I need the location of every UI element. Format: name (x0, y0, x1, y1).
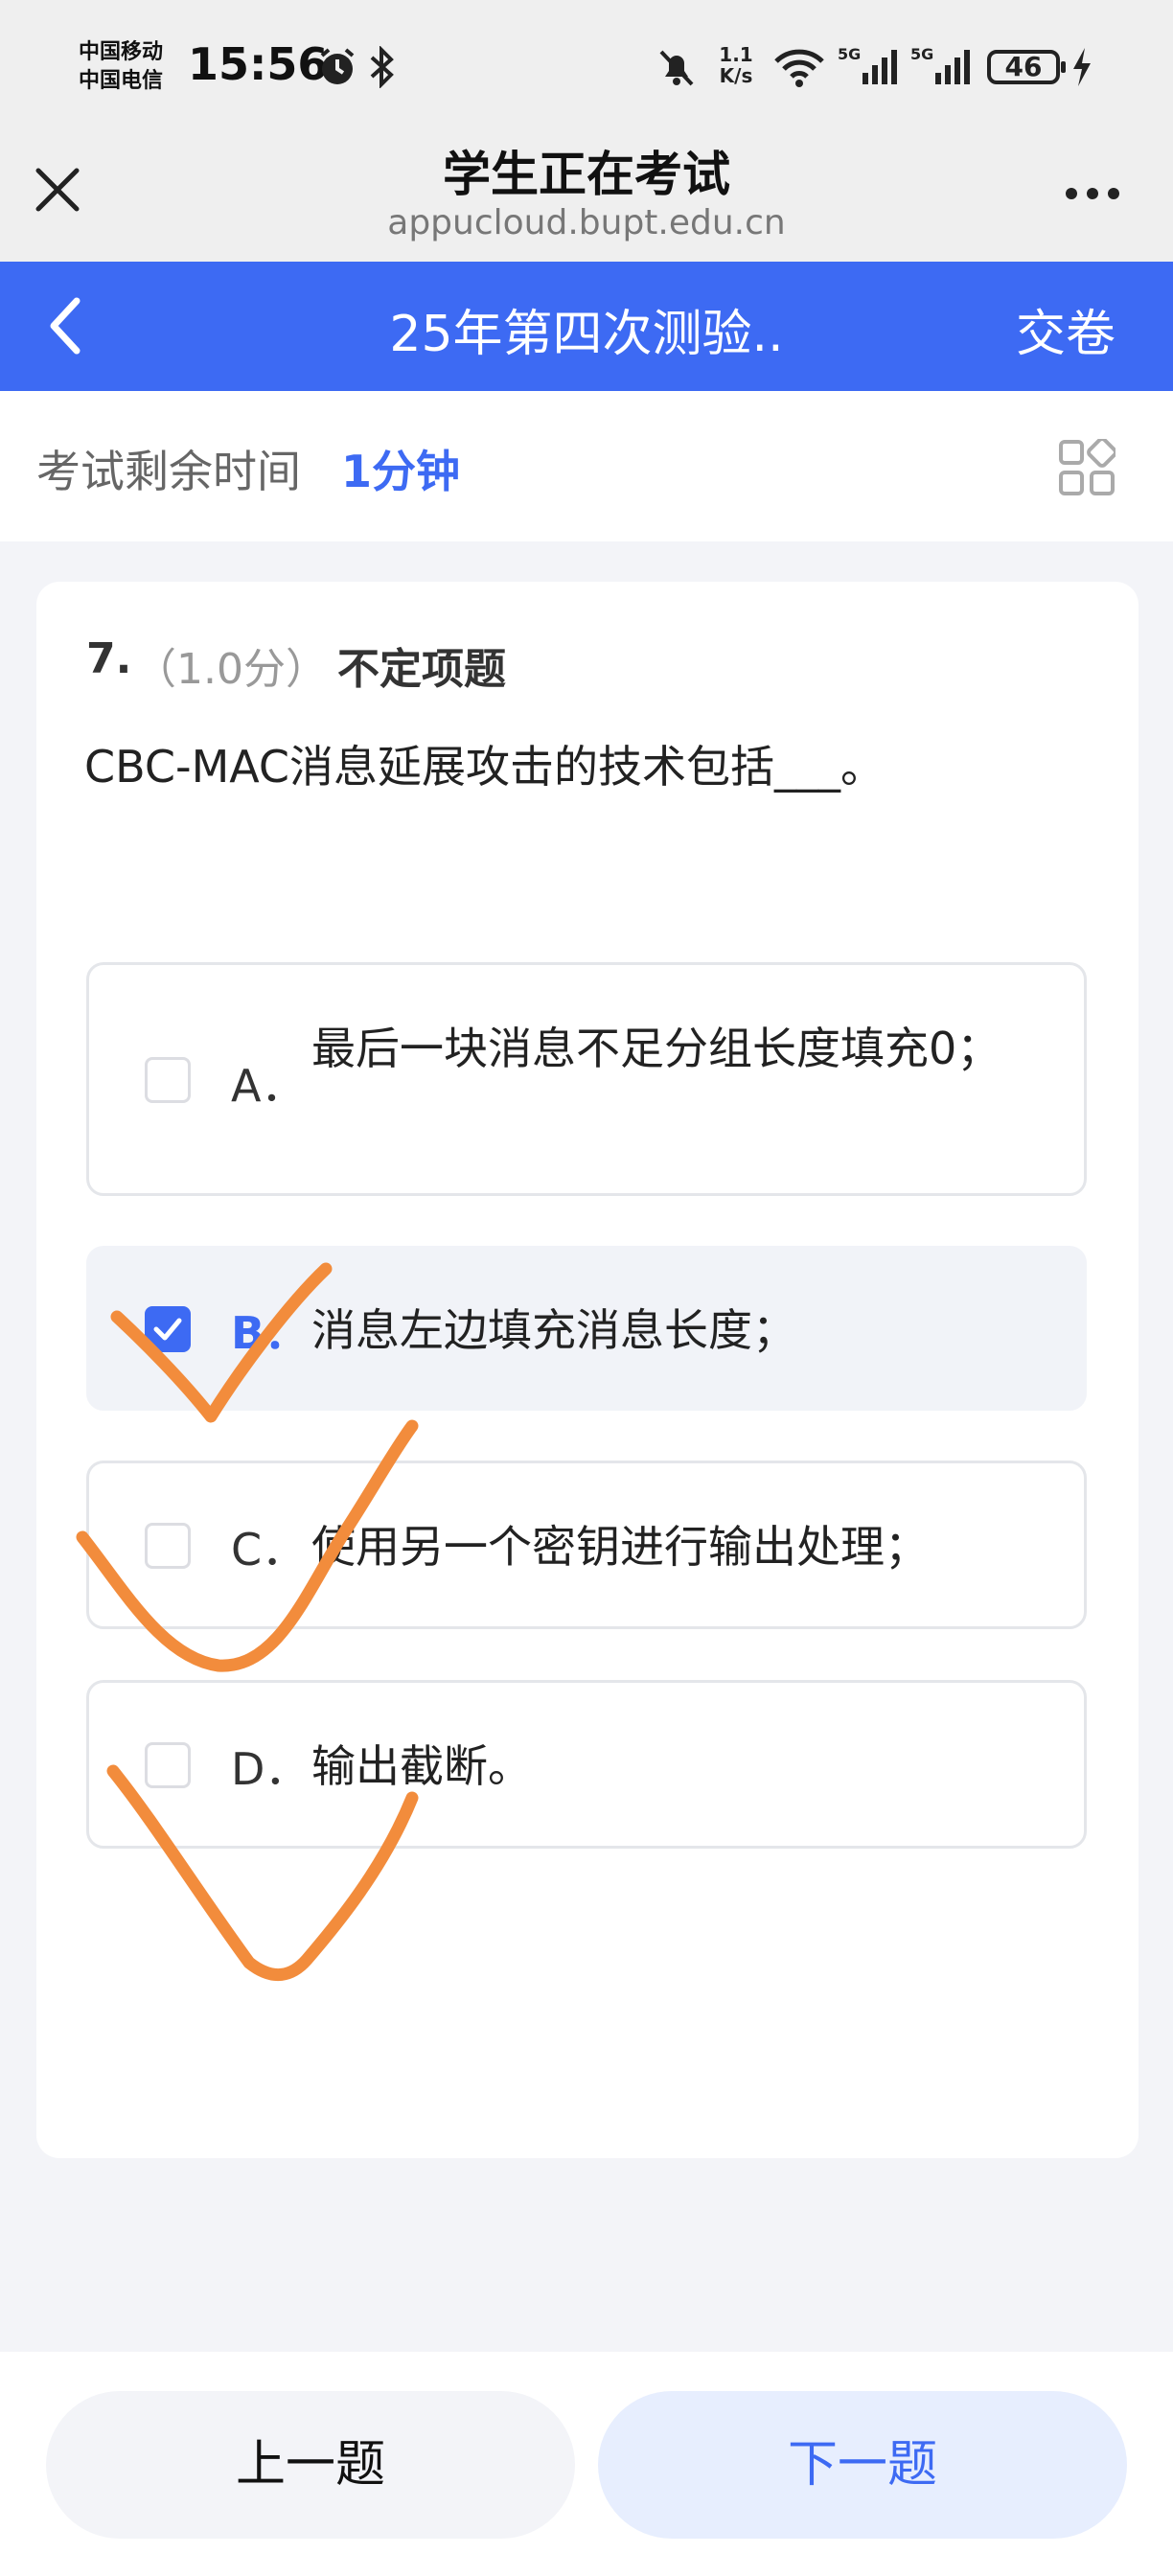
signal-5g-icon: 5G (838, 46, 897, 84)
net-speed-value: 1.1 (719, 43, 753, 66)
timer-value: 1分钟 (341, 446, 461, 497)
battery-icon: 46 (987, 50, 1066, 84)
exam-title: 25年第四次测验.. (389, 306, 784, 363)
option-b-text: 消息左边填充消息长度； (311, 1304, 796, 1356)
submit-exam-button[interactable]: 交卷 (1016, 293, 1116, 365)
page-title: 学生正在考试 (443, 147, 730, 202)
option-b[interactable]: B． 消息左边填充消息长度； (86, 1246, 1087, 1411)
alarm-icon (320, 48, 355, 84)
carrier-2: 中国电信 (79, 69, 164, 93)
option-a-checkbox[interactable] (145, 1057, 191, 1103)
option-d-letter: D． (231, 1743, 310, 1795)
svg-text:5G: 5G (838, 46, 861, 63)
mute-bell-icon (659, 50, 694, 86)
page-url: appucloud.bupt.edu.cn (387, 203, 786, 242)
option-a-letter: A． (231, 1060, 306, 1112)
option-a[interactable]: A． 最后一块消息不足分组长度填充0； (86, 962, 1087, 1196)
charging-icon (1073, 48, 1091, 86)
wifi-icon (774, 49, 824, 87)
net-speed: 1.1 K/s (717, 44, 755, 86)
option-b-letter: B． (231, 1307, 310, 1359)
bluetooth-icon (370, 46, 394, 88)
more-options-icon[interactable] (1064, 186, 1121, 201)
net-speed-unit: K/s (719, 64, 753, 87)
option-d-checkbox[interactable] (145, 1742, 191, 1788)
option-d-text: 输出截断。 (311, 1740, 532, 1792)
signal-5g-icon: 5G (910, 46, 970, 84)
option-c-checkbox[interactable] (145, 1523, 191, 1569)
next-question-button[interactable]: 下一题 (598, 2391, 1127, 2539)
option-b-checkbox[interactable] (145, 1306, 191, 1352)
checkmark-icon (153, 1318, 182, 1341)
option-d[interactable]: D． 输出截断。 (86, 1680, 1087, 1849)
question-score: （1.0分） (134, 645, 328, 694)
carrier-names: 中国移动 中国电信 (79, 38, 184, 96)
question-type: 不定项题 (337, 645, 506, 694)
svg-text:5G: 5G (910, 46, 933, 63)
question-number: 7. (86, 634, 132, 683)
question-grid-icon[interactable] (1058, 439, 1116, 496)
option-c[interactable]: C． 使用另一个密钥进行输出处理； (86, 1460, 1087, 1629)
option-a-text: 最后一块消息不足分组长度填充0； (311, 1023, 1001, 1074)
status-time: 15:56 (188, 38, 329, 90)
question-text: CBC-MAC消息延展攻击的技术包括___。 (84, 741, 886, 793)
option-c-letter: C． (231, 1524, 307, 1576)
prev-question-button[interactable]: 上一题 (46, 2391, 575, 2539)
carrier-1: 中国移动 (79, 40, 164, 64)
timer-label: 考试剩余时间 (36, 446, 301, 497)
option-c-text: 使用另一个密钥进行输出处理； (311, 1521, 929, 1573)
